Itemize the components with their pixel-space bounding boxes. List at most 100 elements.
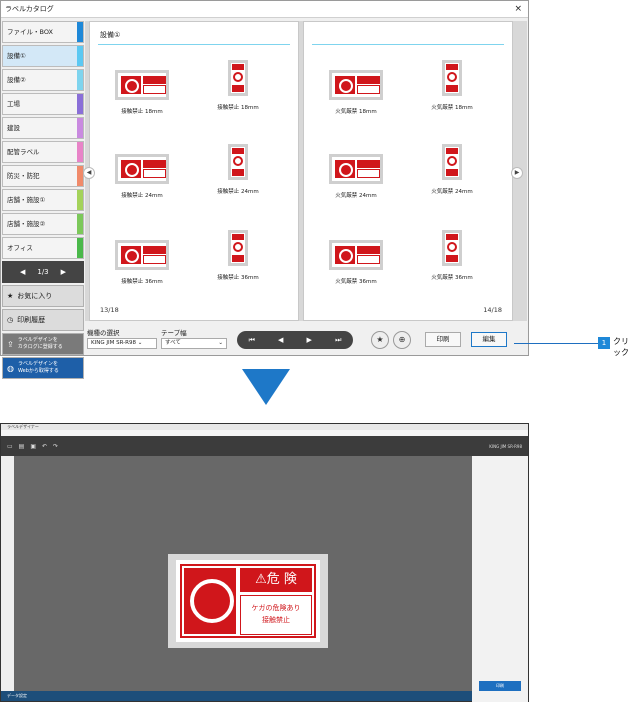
book-prev-arrow[interactable]: ◀: [83, 167, 95, 179]
label-thumbnail: [329, 240, 383, 270]
device-name: KING JIM SR-R98: [489, 443, 522, 449]
register-design-button[interactable]: ⇪ ラベルデザインを カタログに登録する: [2, 333, 84, 355]
open-icon[interactable]: ▤: [19, 443, 25, 450]
category-store-1[interactable]: 店舗・施設①: [2, 189, 84, 211]
favorite-star-button[interactable]: ★: [371, 331, 389, 349]
prohibition-icon: [233, 72, 243, 82]
catalog-item[interactable]: 接触禁止 24mm: [208, 144, 268, 195]
window-title: ラベルカタログ: [5, 5, 54, 13]
new-icon[interactable]: ▭: [7, 443, 13, 450]
prohibition-icon: [233, 156, 243, 166]
category-pager: ◀ 1/3 ▶: [2, 261, 84, 283]
down-arrow-icon: [242, 369, 290, 405]
bottom-toolbar: 機種の選択 KING JIM SR-R98 ⌄ テープ幅 すべて ⌄ ⏮ ◀ ▶…: [85, 323, 527, 357]
catalog-item[interactable]: 火気厳禁 18mm: [422, 60, 482, 111]
category-file-box[interactable]: ファイル・BOX: [2, 21, 84, 43]
callout-number: 1: [598, 337, 610, 349]
label-design[interactable]: ⚠危 険 ケガの危険あり 接触禁止: [176, 560, 320, 642]
catalog-item-label: 接触禁止 24mm: [217, 189, 259, 195]
prohibition-icon: [335, 246, 355, 264]
editor-tool-palette: [1, 456, 14, 692]
next-page-button[interactable]: ▶: [307, 336, 312, 344]
catalog-item[interactable]: 火気厳禁 36mm: [326, 230, 386, 285]
zoom-button[interactable]: ⊕: [393, 331, 411, 349]
danger-header: ⚠危 険: [240, 568, 312, 592]
model-select[interactable]: KING JIM SR-R98 ⌄: [87, 338, 157, 349]
category-construction[interactable]: 建設: [2, 117, 84, 139]
right-page-number: 14/18: [483, 306, 502, 314]
label-thumbnail: [228, 60, 248, 96]
tape-width-select[interactable]: すべて ⌄: [161, 338, 227, 349]
label-catalog-window: ラベルカタログ × ファイル・BOX 設備① 設備② 工場 建設 配管ラベル 防…: [0, 0, 529, 379]
prohibition-icon: [121, 160, 141, 178]
prohibition-icon: [121, 76, 141, 94]
close-icon[interactable]: ×: [514, 1, 522, 17]
pager-next-button[interactable]: ▶: [61, 268, 66, 276]
catalog-item[interactable]: 火気厳禁 18mm: [326, 60, 386, 115]
catalog-item[interactable]: 火気厳禁 24mm: [326, 144, 386, 199]
editor-canvas[interactable]: ⚠危 険 ケガの危険あり 接触禁止: [14, 456, 472, 692]
category-equipment-2[interactable]: 設備②: [2, 69, 84, 91]
catalog-item[interactable]: 火気厳禁 36mm: [422, 230, 482, 281]
category-equipment-1[interactable]: 設備①: [2, 45, 84, 67]
redo-icon[interactable]: ↷: [53, 443, 58, 450]
category-store-2[interactable]: 店舗・施設②: [2, 213, 84, 235]
editor-print-button[interactable]: 印刷: [479, 681, 521, 691]
catalog-item[interactable]: 火気厳禁 24mm: [422, 144, 482, 195]
prohibition-icon: [233, 242, 243, 252]
clock-icon: ◷: [7, 316, 14, 324]
section-title: 設備①: [100, 31, 121, 39]
category-office[interactable]: オフィス: [2, 237, 84, 259]
prohibition-icon: [121, 246, 141, 264]
label-thumbnail: [115, 154, 169, 184]
label-paper: ⚠危 険 ケガの危険あり 接触禁止: [168, 554, 328, 648]
category-factory[interactable]: 工場: [2, 93, 84, 115]
catalog-item[interactable]: 接触禁止 18mm: [112, 60, 172, 115]
catalog-item[interactable]: 接触禁止 36mm: [208, 230, 268, 281]
pager-prev-button[interactable]: ◀: [20, 268, 25, 276]
print-history-button[interactable]: ◷ 印刷履歴: [2, 309, 84, 331]
star-icon: ★: [7, 292, 14, 300]
catalog-item[interactable]: 接触禁止 24mm: [112, 144, 172, 199]
save-icon[interactable]: ▣: [30, 443, 36, 450]
catalog-item-label: 火気厳禁 18mm: [335, 109, 377, 115]
globe-icon: ◍: [7, 363, 14, 373]
callout-line: [514, 343, 598, 344]
danger-sign: ⚠危 険 ケガの危険あり 接触禁止: [180, 564, 316, 638]
label-thumbnail: [442, 60, 462, 96]
catalog-item-label: 接触禁止 36mm: [217, 275, 259, 281]
edit-button[interactable]: 編集: [471, 332, 507, 347]
web-download-button[interactable]: ◍ ラベルデザインを Webから取得する: [2, 357, 84, 379]
label-editor-window: ラベルデザイナー ▭ ▤ ▣ ↶ ↷ KING JIM SR-R98 ⚠危 険 …: [0, 423, 529, 702]
right-page: 火気厳禁 18mm 火気厳禁 18mm 火気厳禁 24mm 火気厳禁 24mm 火気厳禁…: [303, 21, 513, 321]
prev-page-button[interactable]: ◀: [278, 336, 283, 344]
catalog-item-label: 火気厳禁 18mm: [431, 105, 473, 111]
print-button[interactable]: 印刷: [425, 332, 461, 347]
favorites-button[interactable]: ★ お気に入り: [2, 285, 84, 307]
catalog-item[interactable]: 接触禁止 18mm: [208, 60, 268, 111]
upload-icon: ⇪: [7, 339, 14, 349]
catalog-item-label: 火気厳禁 36mm: [431, 275, 473, 281]
last-page-button[interactable]: ⏭: [335, 336, 341, 345]
label-thumbnail: [442, 144, 462, 180]
prohibition-icon: [447, 156, 457, 166]
title-bar: ラベルカタログ ×: [1, 1, 528, 18]
editor-status-bar: データ設定: [1, 691, 472, 701]
label-thumbnail: [115, 70, 169, 100]
danger-line-1: ケガの危険あり: [251, 604, 301, 612]
editor-property-panel: [472, 456, 528, 702]
book-next-arrow[interactable]: ▶: [511, 167, 523, 179]
prohibition-icon: [447, 72, 457, 82]
tape-width-label: テープ幅: [161, 329, 187, 337]
category-pipe-label[interactable]: 配管ラベル: [2, 141, 84, 163]
left-page-number: 13/18: [100, 306, 119, 314]
catalog-item-label: 火気厳禁 24mm: [431, 189, 473, 195]
undo-icon[interactable]: ↶: [42, 443, 47, 450]
catalog-book: 設備① 接触禁止 18mm 接触禁止 18mm 接触禁止 24mm 接触禁止 24mm…: [83, 21, 527, 321]
danger-line-2: 接触禁止: [262, 616, 290, 624]
prohibition-icon: [335, 160, 355, 178]
first-page-button[interactable]: ⏮: [249, 336, 255, 345]
category-disaster-prevention[interactable]: 防災・防犯: [2, 165, 84, 187]
catalog-item[interactable]: 接触禁止 36mm: [112, 230, 172, 285]
pager-text: 1/3: [37, 268, 49, 276]
